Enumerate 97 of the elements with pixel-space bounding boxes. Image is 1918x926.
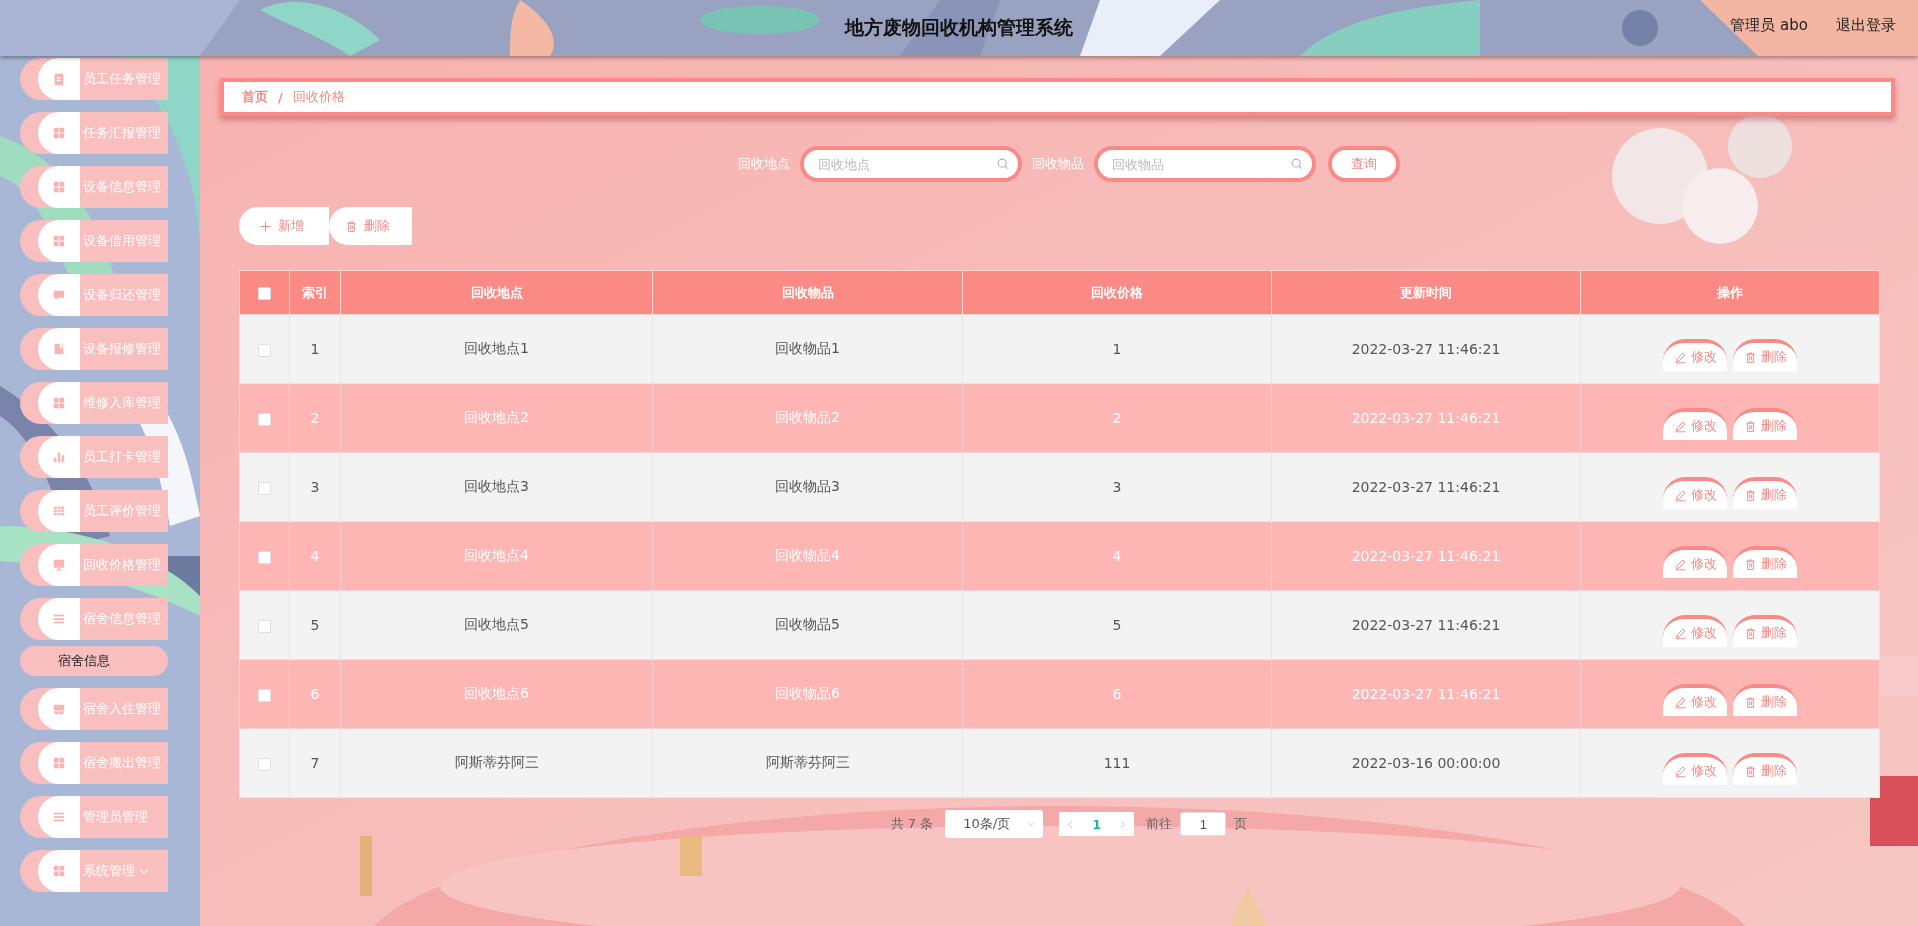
trash-icon bbox=[1743, 695, 1757, 709]
trash-icon bbox=[345, 219, 358, 233]
table-cell: 回收地点1 bbox=[340, 314, 653, 384]
table-cell: 7 bbox=[289, 728, 341, 798]
search-label: 回收地点 bbox=[738, 155, 790, 173]
page-size-select[interactable]: 10条/页 bbox=[945, 810, 1044, 838]
edit-button[interactable]: 修改 bbox=[1663, 477, 1727, 509]
trash-icon bbox=[1743, 350, 1757, 364]
edit-button[interactable]: 修改 bbox=[1663, 546, 1727, 578]
delete-button[interactable]: 删除 bbox=[1733, 477, 1797, 509]
checkbox[interactable] bbox=[258, 343, 271, 357]
total-count: 共 7 条 bbox=[890, 815, 934, 833]
table-cell: 回收物品1 bbox=[652, 314, 963, 384]
table-cell: 回收地点3 bbox=[340, 452, 653, 522]
search-icon bbox=[1290, 157, 1304, 171]
table-cell: 5 bbox=[289, 590, 341, 660]
pencil-icon bbox=[1673, 488, 1687, 502]
edit-button[interactable]: 修改 bbox=[1663, 408, 1727, 440]
table-cell: 3 bbox=[289, 452, 341, 522]
search-field[interactable]: 回收地点 bbox=[800, 146, 1022, 182]
delete-button[interactable]: 删除 bbox=[1733, 408, 1797, 440]
checkbox[interactable] bbox=[258, 688, 271, 702]
table-cell: 2022-03-27 11:46:21 bbox=[1271, 659, 1581, 729]
table-cell: 2022-03-27 11:46:21 bbox=[1271, 383, 1581, 453]
edit-button[interactable]: 修改 bbox=[1663, 339, 1727, 371]
delete-button[interactable]: 删除 bbox=[329, 207, 412, 245]
table-cell: 回收物品3 bbox=[652, 452, 963, 522]
table-cell: 6 bbox=[289, 659, 341, 729]
delete-button[interactable]: 删除 bbox=[1733, 546, 1797, 578]
pencil-icon bbox=[1673, 626, 1687, 640]
search-field[interactable]: 回收物品 bbox=[1094, 146, 1316, 182]
delete-button[interactable]: 删除 bbox=[1733, 339, 1797, 371]
goto-label: 前往 bbox=[1146, 815, 1173, 833]
delete-button[interactable]: 删除 bbox=[1733, 684, 1797, 716]
column-header: 回收地点 bbox=[340, 270, 653, 315]
delete-button[interactable]: 删除 bbox=[1733, 753, 1797, 785]
edit-button[interactable]: 修改 bbox=[1663, 753, 1727, 785]
pencil-icon bbox=[1673, 350, 1687, 364]
table-cell: 6 bbox=[962, 659, 1272, 729]
breadcrumb-item: 回收价格 bbox=[292, 88, 345, 106]
table-cell: 2022-03-16 00:00:00 bbox=[1271, 728, 1581, 798]
breadcrumb-separator: / bbox=[278, 89, 283, 105]
table-cell: 2022-03-27 11:46:21 bbox=[1271, 521, 1581, 591]
trash-icon bbox=[1743, 626, 1757, 640]
table-cell: 2 bbox=[289, 383, 341, 453]
search-icon bbox=[996, 157, 1010, 171]
table-cell: 2 bbox=[962, 383, 1272, 453]
edit-button[interactable]: 修改 bbox=[1663, 684, 1727, 716]
column-header: 索引 bbox=[289, 270, 341, 315]
table-cell: 回收地点4 bbox=[340, 521, 653, 591]
page-suffix: 页 bbox=[1234, 815, 1248, 833]
table-cell: 回收物品6 bbox=[652, 659, 963, 729]
column-header: 操作 bbox=[1580, 270, 1880, 315]
table-cell: 4 bbox=[962, 521, 1272, 591]
table-cell: 2022-03-27 11:46:21 bbox=[1271, 452, 1581, 522]
pencil-icon bbox=[1673, 764, 1687, 778]
breadcrumb-item[interactable]: 首页 bbox=[242, 88, 268, 106]
page-number[interactable]: 1 bbox=[1086, 816, 1108, 832]
table-cell: 回收物品2 bbox=[652, 383, 963, 453]
trash-icon bbox=[1743, 419, 1757, 433]
search-label: 回收物品 bbox=[1032, 155, 1084, 173]
add-button[interactable]: 新增 bbox=[239, 207, 329, 245]
delete-button[interactable]: 删除 bbox=[1733, 615, 1797, 647]
page-input[interactable]: 1 bbox=[1180, 812, 1227, 836]
table-cell: 3 bbox=[962, 452, 1272, 522]
checkbox[interactable] bbox=[258, 757, 271, 771]
search-button[interactable]: 查询 bbox=[1328, 146, 1400, 182]
table-cell: 回收物品4 bbox=[652, 521, 963, 591]
table-cell: 2022-03-27 11:46:21 bbox=[1271, 314, 1581, 384]
checkbox[interactable] bbox=[258, 550, 271, 564]
edit-button[interactable]: 修改 bbox=[1663, 615, 1727, 647]
table-cell: 5 bbox=[962, 590, 1272, 660]
table-cell: 回收地点5 bbox=[340, 590, 653, 660]
table-cell: 阿斯蒂芬阿三 bbox=[652, 728, 963, 798]
checkbox[interactable] bbox=[258, 412, 271, 426]
pencil-icon bbox=[1673, 695, 1687, 709]
table-cell: 111 bbox=[962, 728, 1272, 798]
table-cell: 4 bbox=[289, 521, 341, 591]
checkbox[interactable] bbox=[258, 481, 271, 495]
table-cell: 1 bbox=[289, 314, 341, 384]
table-cell: 回收地点2 bbox=[340, 383, 653, 453]
table-cell: 2022-03-27 11:46:21 bbox=[1271, 590, 1581, 660]
table-cell: 阿斯蒂芬阿三 bbox=[340, 728, 653, 798]
table-cell: 1 bbox=[962, 314, 1272, 384]
table-cell: 回收地点6 bbox=[340, 659, 653, 729]
pencil-icon bbox=[1673, 419, 1687, 433]
column-header: 回收价格 bbox=[962, 270, 1272, 315]
checkbox[interactable] bbox=[258, 287, 271, 300]
trash-icon bbox=[1743, 488, 1757, 502]
pencil-icon bbox=[1673, 557, 1687, 571]
column-header: 更新时间 bbox=[1271, 270, 1581, 315]
column-header: 回收物品 bbox=[652, 270, 963, 315]
table-cell: 回收物品5 bbox=[652, 590, 963, 660]
plus-icon bbox=[259, 219, 272, 233]
trash-icon bbox=[1743, 557, 1757, 571]
trash-icon bbox=[1743, 764, 1757, 778]
checkbox[interactable] bbox=[258, 619, 271, 633]
